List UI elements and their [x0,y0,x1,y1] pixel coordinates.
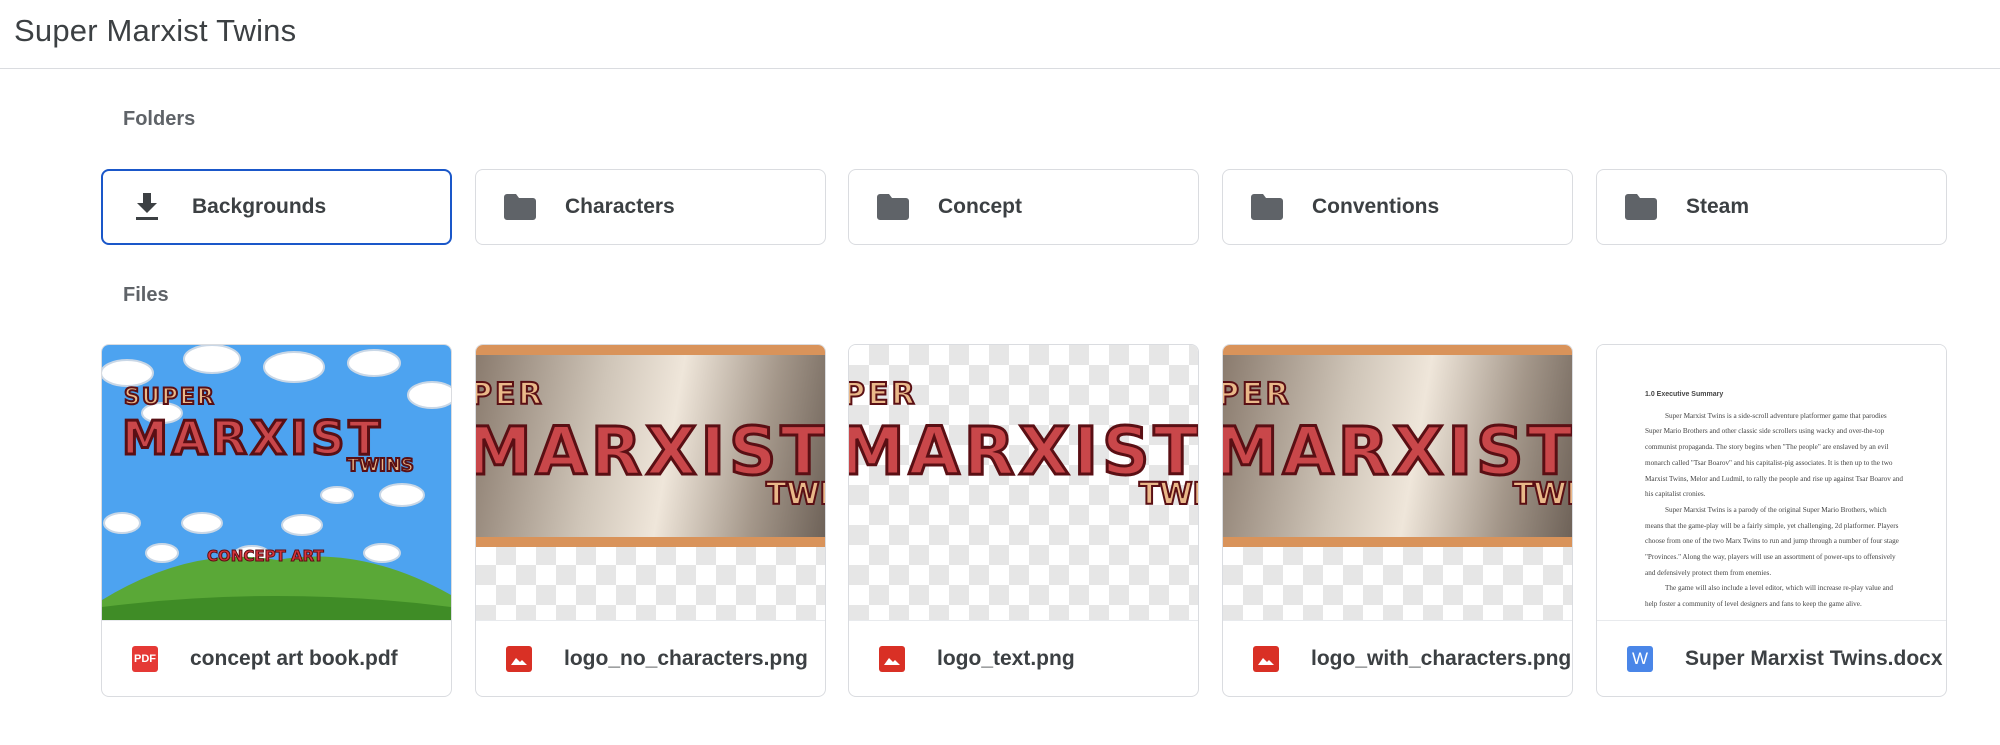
download-icon [131,191,163,223]
thumb-title-line3: TWINS [346,454,415,477]
folder-name: Steam [1686,195,1750,218]
file-name: logo_text.png [937,646,1075,670]
thumb-title-line1: PER [476,376,545,413]
folder-name: Backgrounds [192,195,327,218]
file-card-logo-text[interactable]: PER MARXIST TWI logo_text.png [848,344,1199,697]
file-card-super-marxist-twins-docx[interactable]: 1.0 Executive Summary Super Marxist Twin… [1596,344,1947,697]
image-icon [1253,645,1279,672]
folder-backgrounds[interactable]: Backgrounds [101,169,452,245]
file-card-logo-no-characters[interactable]: PER MARXIST TWI logo_no_characters.png [475,344,826,697]
doc-heading: 1.0 Executive Summary [1645,391,1724,398]
file-card-concept-art-book[interactable]: SUPER MARXIST TWINS CONCEPT ART PDF conc… [101,344,452,697]
file-name: logo_no_characters.png [564,646,808,670]
file-thumbnail: PER MARXIST TWI [849,345,1198,620]
file-meta: logo_no_characters.png [476,620,825,696]
doc-paragraph: Super Marxist Twins is a side-scroll adv… [1645,411,1904,499]
folder-characters[interactable]: Characters [475,169,826,245]
thumb-title-line1: SUPER [123,384,216,411]
page-title: Super Marxist Twins [14,13,297,48]
thumb-title-line3: TWI [1512,476,1572,513]
doc-paragraph: Super Marxist Twins is a parody of the o… [1645,505,1899,577]
folder-name: Characters [565,195,675,218]
thumb-title-line3: TWI [765,476,825,513]
files-section-label: Files [123,284,169,306]
thumb-title-line3: TWI [1138,476,1198,513]
image-icon [879,645,905,672]
document-preview: 1.0 Executive Summary Super Marxist Twin… [1645,387,1905,613]
folders-section-label: Folders [123,108,196,130]
word-doc-icon: W [1627,645,1653,672]
file-name: logo_with_characters.png [1311,646,1572,670]
top-bar: Super Marxist Twins [0,0,2000,69]
file-meta: logo_text.png [849,620,1198,696]
folder-icon [877,191,909,223]
thumb-title-line2: MARXIST [121,410,384,467]
file-meta: W Super Marxist Twins.docx [1597,620,1946,696]
file-thumbnail: PER MARXIST TWI [1223,345,1572,620]
file-meta: logo_with_characters.png [1223,620,1572,696]
folder-name: Concept [938,195,1022,218]
file-name: concept art book.pdf [190,646,398,670]
file-thumbnail: PER MARXIST TWI [476,345,825,620]
pdf-icon: PDF [132,645,158,672]
thumb-title-line1: PER [1223,376,1292,413]
folder-icon [504,191,536,223]
folder-steam[interactable]: Steam [1596,169,1947,245]
file-card-logo-with-characters[interactable]: PER MARXIST TWI logo_with_characters.png [1222,344,1573,697]
folder-name: Conventions [1312,195,1440,218]
folder-icon [1251,191,1283,223]
folder-icon [1625,191,1657,223]
file-meta: PDF concept art book.pdf [102,620,451,696]
image-icon [506,645,532,672]
thumb-title-line1: PER [849,376,918,413]
thumb-subtitle: CONCEPT ART [207,547,325,566]
file-thumbnail: SUPER MARXIST TWINS CONCEPT ART [102,345,451,620]
folder-concept[interactable]: Concept [848,169,1199,245]
folder-conventions[interactable]: Conventions [1222,169,1573,245]
file-name: Super Marxist Twins.docx [1685,646,1943,670]
doc-paragraph: The game will also include a level edito… [1645,584,1894,609]
file-thumbnail: 1.0 Executive Summary Super Marxist Twin… [1597,345,1946,620]
